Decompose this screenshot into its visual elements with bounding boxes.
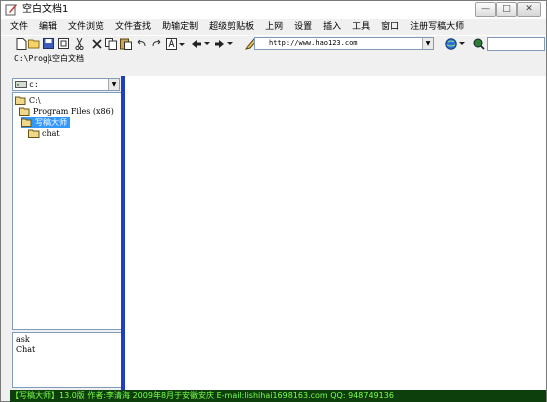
close-button[interactable]: ✕ [517, 2, 541, 17]
maximize-button[interactable]: □ [496, 2, 517, 17]
list-item[interactable]: Chat [16, 345, 35, 355]
tree-node-label: chat [42, 129, 60, 138]
tree-node-label: C:\ [29, 96, 41, 105]
search-input[interactable] [487, 37, 545, 51]
tree-node-label: Program Files (x86) [33, 107, 114, 116]
minimize-button[interactable]: — [475, 2, 496, 17]
undo-icon[interactable] [135, 37, 148, 50]
document-tab[interactable]: 空白文档 [52, 53, 84, 65]
current-path: C:\Progi [14, 54, 53, 63]
forward-icon[interactable] [214, 37, 234, 50]
save-icon[interactable] [42, 37, 55, 50]
drive-select[interactable]: c: ▼ [12, 78, 120, 91]
tree-node-label: 写稿大师 [35, 118, 67, 127]
address-dropdown-button[interactable]: ▼ [422, 38, 433, 49]
tree-node-chat[interactable]: chat [28, 128, 60, 139]
file-list[interactable]: ask Chat [12, 332, 122, 388]
paste-icon[interactable] [119, 37, 132, 50]
tree-node-program-files[interactable]: Program Files (x86) [19, 106, 114, 117]
menu-file[interactable]: 文件 [10, 21, 28, 33]
menu-tools[interactable]: 工具 [352, 21, 370, 33]
fullscreen-icon[interactable] [57, 37, 70, 50]
path-separator [48, 54, 49, 64]
address-input[interactable]: http://www.hao123.com [254, 37, 434, 50]
menu-edit[interactable]: 编辑 [39, 21, 57, 33]
list-item[interactable]: ask [16, 335, 30, 345]
font-icon[interactable] [166, 37, 186, 50]
search-icon[interactable] [472, 37, 485, 50]
copy-icon[interactable] [104, 37, 117, 50]
new-document-icon[interactable] [15, 37, 28, 50]
delete-icon[interactable] [90, 37, 103, 50]
menu-super-clipboard[interactable]: 超级剪贴板 [209, 21, 254, 33]
folder-icon [28, 129, 40, 141]
app-icon [5, 3, 18, 16]
redo-icon[interactable] [150, 37, 163, 50]
app-window: 空白文档1 — □ ✕ 文件 编辑 文件浏览 文件查找 助输定制 超级剪贴板 上… [0, 0, 547, 402]
document-editor[interactable] [125, 76, 546, 390]
menu-settings[interactable]: 设置 [294, 21, 312, 33]
explorer-pane: c: ▼ C:\ Program Files (x86) 写稿大师 chat a… [10, 76, 122, 389]
drive-dropdown-button[interactable]: ▼ [108, 79, 119, 90]
status-bar: 【写稿大师】13.0版 作者:李清海 2009年8月于安徽安庆 E-mail:l… [10, 390, 546, 402]
tree-node-root[interactable]: C:\ [15, 95, 41, 106]
open-folder-icon[interactable] [28, 37, 41, 50]
path-bar: C:\Progi 空白文档 [1, 52, 546, 66]
menu-internet[interactable]: 上网 [265, 21, 283, 33]
drive-icon [15, 81, 27, 91]
drive-label: c: [29, 80, 39, 89]
menu-bar: 文件 编辑 文件浏览 文件查找 助输定制 超级剪贴板 上网 设置 插入 工具 窗… [1, 19, 546, 35]
folder-tree[interactable]: C:\ Program Files (x86) 写稿大师 chat [12, 92, 122, 330]
menu-input-custom[interactable]: 助输定制 [162, 21, 198, 33]
window-title: 空白文档1 [22, 4, 69, 15]
go-icon[interactable] [445, 37, 467, 50]
menu-file-search[interactable]: 文件查找 [115, 21, 151, 33]
menu-register[interactable]: 注册写稿大师 [410, 21, 464, 33]
title-bar: 空白文档1 — □ ✕ [1, 1, 546, 19]
menu-window[interactable]: 窗口 [381, 21, 399, 33]
menu-insert[interactable]: 插入 [323, 21, 341, 33]
back-icon[interactable] [191, 37, 211, 50]
tree-node-writing-master[interactable]: 写稿大师 [21, 117, 70, 128]
toolbar: http://www.hao123.com ▼ [1, 35, 546, 52]
cut-icon[interactable] [73, 37, 86, 50]
menu-file-browse[interactable]: 文件浏览 [68, 21, 104, 33]
